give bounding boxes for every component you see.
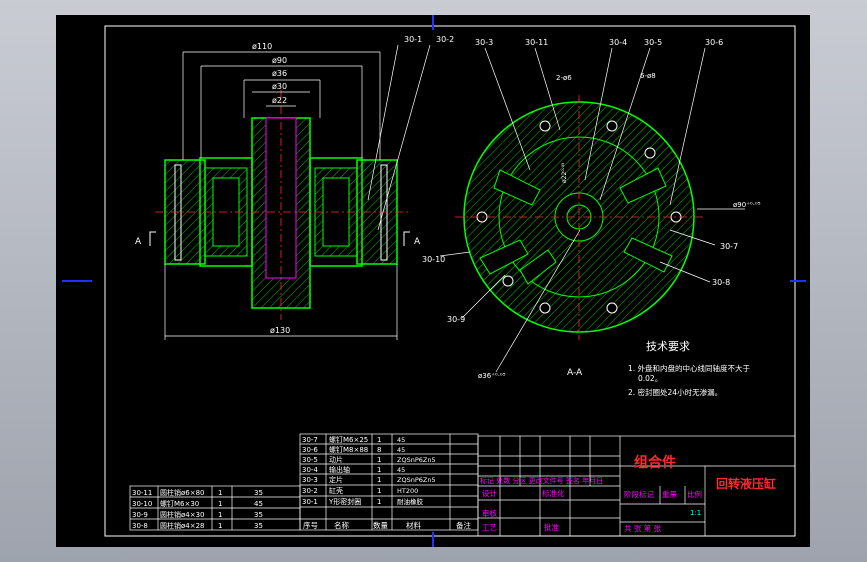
dim-d130: ø130	[270, 326, 290, 335]
callout-30-4: 30-4	[609, 38, 627, 47]
bom-right-name: 螺钉M6×25	[329, 435, 368, 444]
tb-designer: 设计	[482, 488, 497, 498]
bom-header-name: 名称	[334, 520, 349, 530]
bom-right-qty: 1	[377, 487, 381, 495]
tb-stage: 阶段标记	[624, 489, 654, 499]
bom-left-name: 圆柱销ø4×30	[160, 510, 205, 519]
bom-header-mat: 材料	[406, 520, 421, 530]
dim-d30: ø30	[272, 82, 287, 91]
bom-right-mat: 45	[397, 446, 405, 454]
cad-viewport: ø110 ø90 ø36 ø30 ø22 ø130 A A 30-1 30-2 …	[0, 0, 867, 562]
callout-30-3: 30-3	[475, 38, 493, 47]
callout-30-6: 30-6	[705, 38, 723, 47]
tech-req-line1: 1. 外盘和内盘的中心线同轴度不大于	[628, 363, 751, 373]
section-label-right: A	[414, 237, 421, 247]
tb-scale: 比例	[687, 489, 702, 499]
bom-left-no: 30-11	[132, 489, 152, 497]
tech-req-title: 技术要求	[646, 340, 690, 353]
callout-30-5: 30-5	[644, 38, 662, 47]
tech-req-line1b: 0.02。	[638, 374, 662, 383]
drawing-canvas	[56, 15, 810, 547]
dim-d110: ø110	[252, 42, 272, 51]
tb-sheets: 共 张 第 张	[624, 523, 662, 533]
tb-standardize: 标准化	[542, 488, 565, 498]
bom-right-qty: 1	[377, 498, 381, 506]
bom-left-name: 圆柱销ø4×28	[160, 521, 205, 530]
dim-d22-fit: ø22⁰·⁰⁵	[561, 162, 568, 183]
bom-right-no: 30-1	[302, 498, 318, 506]
engineering-drawing: ø110 ø90 ø36 ø30 ø22 ø130 A A 30-1 30-2 …	[56, 15, 810, 547]
product-name: 回转液压缸	[716, 476, 776, 491]
bom-right-qty: 8	[377, 446, 381, 454]
bom-right-mat: 45	[397, 466, 405, 474]
bom-header-note: 备注	[456, 520, 471, 530]
bom-left-name: 圆柱销ø6×80	[160, 488, 205, 497]
callout-30-2: 30-2	[436, 35, 454, 44]
callout-30-7: 30-7	[720, 242, 738, 251]
bom-left-qty: 1	[218, 500, 222, 508]
bom-right-mat: 耐油橡胶	[397, 497, 424, 506]
bom-right-no: 30-2	[302, 487, 318, 495]
tb-approve: 批准	[544, 522, 559, 532]
bom-right-mat: HT200	[397, 487, 418, 495]
drawing-name: 组合件	[634, 454, 676, 471]
callout-30-11: 30-11	[525, 38, 548, 47]
tb-scale-value: 1:1	[690, 509, 701, 517]
callout-30-1: 30-1	[404, 35, 422, 44]
bom-right-name: 动片	[329, 455, 343, 464]
bom-right-no: 30-4	[302, 466, 318, 474]
callout-30-10: 30-10	[422, 255, 445, 264]
bom-left-no: 30-8	[132, 522, 148, 530]
dim-d36: ø36	[272, 69, 287, 78]
bom-left-no: 30-9	[132, 511, 148, 519]
bom-right-name: Y形密封圈	[328, 497, 361, 506]
bom-right-qty: 1	[377, 436, 381, 444]
bom-right-name: 输出轴	[329, 465, 350, 474]
bom-left-no: 30-10	[132, 500, 152, 508]
dim-d90-fit: ø90⁺⁰·⁰⁵	[733, 201, 761, 209]
bom-right-name: 缸壳	[329, 486, 343, 495]
tb-weight: 重量	[662, 490, 677, 499]
bom-right-mat: ZQSnP6Zn5	[397, 456, 436, 464]
bom-left-qty: 1	[218, 511, 222, 519]
bom-left-qty: 1	[218, 522, 222, 530]
bom-right-no: 30-6	[302, 446, 318, 454]
dim-d90: ø90	[272, 56, 287, 65]
section-view-label: A-A	[567, 368, 583, 378]
callout-30-8: 30-8	[712, 278, 730, 287]
bom-left-mat: 35	[254, 522, 263, 530]
bom-right-name: 定片	[329, 475, 343, 484]
section-label-left: A	[135, 237, 142, 247]
bom-right-no: 30-3	[302, 476, 318, 484]
bom-right-no: 30-5	[302, 456, 318, 464]
note-2-d6: 2-ø6	[556, 74, 572, 82]
dim-d36-fit: ø36⁺⁰·⁰⁵	[478, 372, 506, 380]
bom-right-qty: 1	[377, 476, 381, 484]
bom-left-mat: 35	[254, 511, 263, 519]
dim-d22: ø22	[272, 96, 287, 105]
bom-right-no: 30-7	[302, 436, 318, 444]
bom-left-name: 螺钉M6×30	[160, 499, 199, 508]
tb-review: 审核	[482, 508, 497, 518]
callout-30-9: 30-9	[447, 315, 465, 324]
bom-left-mat: 45	[254, 500, 263, 508]
tb-process: 工艺	[482, 523, 497, 532]
bom-right-qty: 1	[377, 466, 381, 474]
note-6-d8: 6-ø8	[640, 72, 656, 80]
bom-right-name: 螺钉M8×88	[329, 445, 368, 454]
revision-row: 标记 处数 分区 更改文件号 签名 年月日	[480, 476, 603, 485]
bom-header-no: 序号	[303, 520, 318, 530]
tech-req-line2: 2. 密封圈处24小时无渗漏。	[628, 387, 722, 397]
bom-left-mat: 35	[254, 489, 263, 497]
bom-right-mat: 45	[397, 436, 405, 444]
bom-right-qty: 1	[377, 456, 381, 464]
bom-right-mat: ZQSnP6Zn5	[397, 476, 436, 484]
bom-header-qty: 数量	[373, 520, 388, 530]
bom-left-qty: 1	[218, 489, 222, 497]
